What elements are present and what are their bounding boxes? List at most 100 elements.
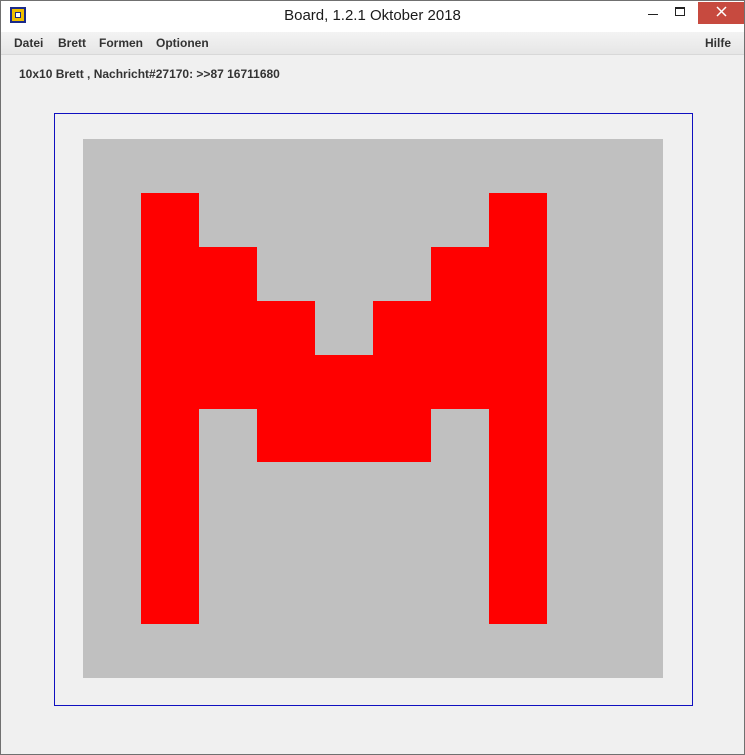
board-cell[interactable]: [489, 624, 547, 678]
board-cell[interactable]: [257, 301, 315, 355]
board-cell[interactable]: [373, 355, 431, 409]
board-cell[interactable]: [373, 139, 431, 193]
board-cell[interactable]: [431, 301, 489, 355]
board-cell[interactable]: [141, 355, 199, 409]
board-cell[interactable]: [605, 462, 663, 516]
board-cell[interactable]: [373, 193, 431, 247]
board-cell[interactable]: [199, 247, 257, 301]
board-cell[interactable]: [605, 570, 663, 624]
board-cell[interactable]: [431, 355, 489, 409]
board-cell[interactable]: [547, 193, 605, 247]
board-cell[interactable]: [141, 193, 199, 247]
board-cell[interactable]: [605, 516, 663, 570]
board-cell[interactable]: [257, 139, 315, 193]
board-cell[interactable]: [83, 355, 141, 409]
board-cell[interactable]: [141, 462, 199, 516]
board-cell[interactable]: [257, 409, 315, 462]
board-cell[interactable]: [547, 247, 605, 301]
board-cell[interactable]: [83, 193, 141, 247]
board-cell[interactable]: [431, 516, 489, 570]
board-cell[interactable]: [373, 301, 431, 355]
board-cell[interactable]: [199, 193, 257, 247]
title-bar[interactable]: Board, 1.2.1 Oktober 2018: [1, 1, 744, 32]
board-cell[interactable]: [547, 409, 605, 462]
board-cell[interactable]: [373, 516, 431, 570]
game-board[interactable]: [83, 139, 663, 678]
board-cell[interactable]: [199, 624, 257, 678]
board-cell[interactable]: [199, 516, 257, 570]
board-cell[interactable]: [199, 462, 257, 516]
board-cell[interactable]: [199, 301, 257, 355]
menu-optionen[interactable]: Optionen: [156, 36, 209, 50]
board-cell[interactable]: [315, 516, 373, 570]
board-cell[interactable]: [257, 624, 315, 678]
board-cell[interactable]: [489, 247, 547, 301]
board-cell[interactable]: [489, 301, 547, 355]
board-cell[interactable]: [141, 516, 199, 570]
board-cell[interactable]: [431, 193, 489, 247]
board-cell[interactable]: [83, 247, 141, 301]
board-cell[interactable]: [315, 247, 373, 301]
board-cell[interactable]: [141, 409, 199, 462]
board-cell[interactable]: [489, 462, 547, 516]
board-cell[interactable]: [257, 516, 315, 570]
board-cell[interactable]: [315, 409, 373, 462]
board-cell[interactable]: [547, 462, 605, 516]
board-cell[interactable]: [605, 139, 663, 193]
maximize-button[interactable]: [665, 2, 695, 24]
board-cell[interactable]: [489, 409, 547, 462]
board-cell[interactable]: [315, 193, 373, 247]
board-cell[interactable]: [547, 301, 605, 355]
board-cell[interactable]: [373, 462, 431, 516]
board-cell[interactable]: [489, 355, 547, 409]
board-cell[interactable]: [199, 355, 257, 409]
board-cell[interactable]: [431, 409, 489, 462]
board-cell[interactable]: [141, 624, 199, 678]
board-cell[interactable]: [83, 624, 141, 678]
board-cell[interactable]: [199, 570, 257, 624]
board-cell[interactable]: [83, 139, 141, 193]
board-cell[interactable]: [83, 516, 141, 570]
board-cell[interactable]: [489, 516, 547, 570]
board-cell[interactable]: [431, 462, 489, 516]
board-cell[interactable]: [199, 139, 257, 193]
board-cell[interactable]: [605, 409, 663, 462]
board-cell[interactable]: [547, 355, 605, 409]
board-cell[interactable]: [605, 355, 663, 409]
board-cell[interactable]: [315, 462, 373, 516]
board-cell[interactable]: [373, 247, 431, 301]
board-cell[interactable]: [199, 409, 257, 462]
board-cell[interactable]: [315, 624, 373, 678]
board-cell[interactable]: [141, 139, 199, 193]
menu-datei[interactable]: Datei: [14, 36, 43, 50]
board-cell[interactable]: [315, 301, 373, 355]
board-cell[interactable]: [83, 409, 141, 462]
board-cell[interactable]: [83, 462, 141, 516]
board-cell[interactable]: [257, 247, 315, 301]
board-cell[interactable]: [315, 570, 373, 624]
board-cell[interactable]: [605, 247, 663, 301]
board-cell[interactable]: [257, 462, 315, 516]
board-cell[interactable]: [489, 570, 547, 624]
board-cell[interactable]: [605, 193, 663, 247]
menu-brett[interactable]: Brett: [58, 36, 86, 50]
menu-hilfe[interactable]: Hilfe: [705, 36, 731, 50]
board-cell[interactable]: [83, 301, 141, 355]
board-cell[interactable]: [489, 193, 547, 247]
board-cell[interactable]: [547, 516, 605, 570]
board-cell[interactable]: [257, 570, 315, 624]
board-cell[interactable]: [431, 139, 489, 193]
board-cell[interactable]: [315, 139, 373, 193]
board-cell[interactable]: [83, 570, 141, 624]
board-cell[interactable]: [141, 301, 199, 355]
board-cell[interactable]: [547, 624, 605, 678]
board-cell[interactable]: [605, 624, 663, 678]
board-cell[interactable]: [431, 570, 489, 624]
board-cell[interactable]: [257, 355, 315, 409]
close-button[interactable]: [698, 2, 744, 24]
board-cell[interactable]: [431, 247, 489, 301]
board-cell[interactable]: [431, 624, 489, 678]
board-cell[interactable]: [489, 139, 547, 193]
minimize-button[interactable]: [638, 2, 668, 24]
board-cell[interactable]: [547, 570, 605, 624]
